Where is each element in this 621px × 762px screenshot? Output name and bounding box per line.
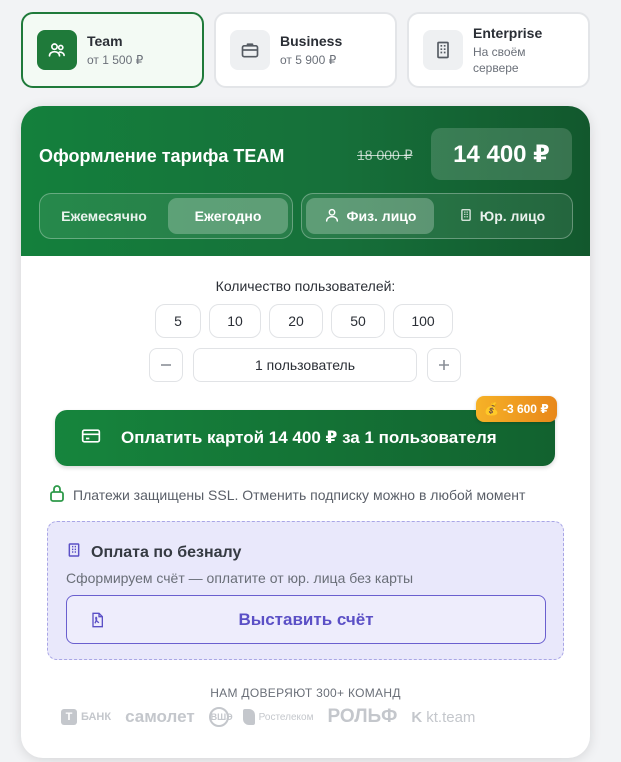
money-bag-icon: 💰	[484, 402, 499, 416]
preset-chip[interactable]: 50	[331, 304, 385, 338]
team-icon	[37, 30, 77, 70]
plan-card-business[interactable]: Business от 5 900 ₽	[214, 12, 397, 88]
preset-chip[interactable]: 5	[155, 304, 201, 338]
logo-rolf: РОЛЬФ	[327, 706, 398, 727]
plan-name: Business	[280, 32, 343, 49]
client-logos: Т БАНК самолет ВШЭ Ростелеком РОЛЬФ Kkt.…	[61, 706, 475, 728]
logo-hse: ВШЭ	[208, 707, 233, 727]
pdf-file-icon	[89, 611, 105, 634]
discount-badge: 💰 -3 600 ₽	[476, 396, 557, 422]
decrement-button[interactable]	[149, 348, 183, 382]
individual-label: Физ. лицо	[346, 208, 417, 224]
user-icon	[324, 207, 340, 226]
invoice-title: Оплата по безналу	[66, 541, 241, 564]
building-icon	[66, 541, 82, 564]
building-icon	[459, 207, 473, 226]
plan-card-team[interactable]: Team от 1 500 ₽	[21, 12, 204, 88]
trust-title: НАМ ДОВЕРЯЮТ 300+ КОМАНД	[210, 686, 401, 700]
monthly-option[interactable]: Ежемесячно	[44, 198, 164, 234]
plan-name: Team	[87, 32, 123, 49]
plan-selector: Team от 1 500 ₽ Business от 5 900 ₽ Ente…	[21, 12, 590, 88]
invoice-section: Оплата по безналу Сформируем счёт — опла…	[47, 521, 564, 660]
user-count-field[interactable]: 1 пользователь	[193, 348, 417, 382]
logo-samolet: самолет	[125, 707, 195, 726]
plan-price: от 1 500 ₽	[87, 52, 144, 67]
invoice-subtitle: Сформируем счёт — оплатите от юр. лица б…	[66, 570, 414, 586]
plus-icon	[439, 360, 449, 370]
briefcase-icon	[230, 30, 270, 70]
logo-rostelecom: Ростелеком	[242, 709, 313, 725]
current-price: 14 400 ₽	[431, 128, 572, 180]
logo-tbank: Т БАНК	[61, 709, 111, 725]
preset-chip[interactable]: 100	[393, 304, 453, 338]
user-count-presets: 5 10 20 50 100	[155, 304, 453, 338]
plan-price: от 5 900 ₽	[280, 52, 337, 67]
preset-chip[interactable]: 10	[209, 304, 261, 338]
legal-entity-option[interactable]: Юр. лицо	[438, 198, 566, 234]
yearly-option[interactable]: Ежегодно	[168, 198, 288, 234]
building-icon	[423, 30, 463, 70]
checkout-header: Оформление тарифа TEAM 18 000 ₽ 14 400 ₽…	[21, 106, 590, 256]
legal-entity-label: Юр. лицо	[479, 208, 546, 224]
invoice-title-text: Оплата по безналу	[91, 543, 242, 561]
pay-button-label: Оплатить картой 14 400 ₽ за 1 пользовате…	[121, 428, 497, 447]
lock-icon	[49, 484, 65, 505]
increment-button[interactable]	[427, 348, 461, 382]
minus-icon	[161, 364, 171, 366]
plan-name: Enterprise	[473, 24, 543, 41]
issue-invoice-button[interactable]: Выставить счёт	[66, 595, 546, 644]
checkout-title: Оформление тарифа TEAM	[39, 146, 285, 166]
ssl-text: Платежи защищены SSL. Отменить подписку …	[73, 486, 526, 503]
users-label: Количество пользователей:	[215, 278, 396, 294]
plan-card-enterprise[interactable]: Enterprise На своём сервере	[407, 12, 590, 88]
preset-chip[interactable]: 20	[269, 304, 323, 338]
logo-ktteam: Kkt.team	[411, 708, 476, 726]
issue-invoice-label: Выставить счёт	[238, 609, 374, 629]
individual-option[interactable]: Физ. лицо	[306, 198, 434, 234]
billing-period-toggle: Ежемесячно Ежегодно	[39, 193, 293, 239]
discount-amount: -3 600 ₽	[502, 402, 549, 416]
credit-card-icon	[81, 428, 101, 449]
old-price: 18 000 ₽	[357, 147, 413, 163]
plan-price: На своём сервере	[473, 44, 526, 75]
checkout-card: Оформление тарифа TEAM 18 000 ₽ 14 400 ₽…	[21, 106, 590, 758]
payer-type-toggle: Физ. лицо Юр. лицо	[301, 193, 573, 239]
ssl-notice: Платежи защищены SSL. Отменить подписку …	[49, 484, 525, 505]
